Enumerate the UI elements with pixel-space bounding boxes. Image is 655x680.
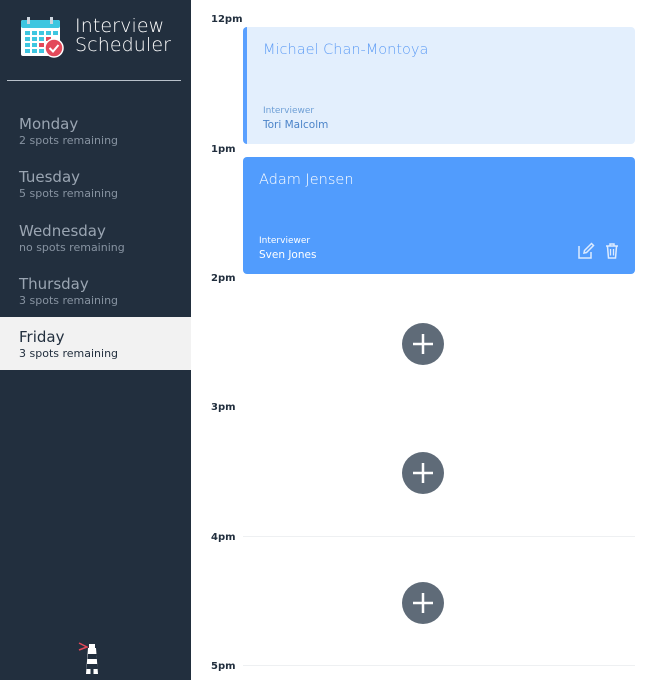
app-title: Interview Scheduler [75,17,171,55]
day-spots: no spots remaining [19,240,125,254]
plus-icon [413,463,433,483]
plus-icon [413,334,433,354]
day-spots: 3 spots remaining [19,347,119,361]
student-name: Adam Jensen [259,172,354,188]
sidebar: Interview Scheduler Monday 2 spots remai… [0,0,191,680]
add-appointment-button[interactable] [402,323,444,365]
time-slot-1pm: 1pm Adam Jensen Interviewer Sven Jones [191,130,655,274]
trash-icon[interactable] [603,242,621,260]
time-slot-4pm: 4pm [191,518,655,647]
day-item-friday[interactable]: Friday 3 spots remaining [0,317,191,371]
time-slot-12pm: 12pm Michael Chan-Montoya Interviewer To… [191,0,655,144]
day-spots: 5 spots remaining [19,187,119,201]
plus-icon [413,593,433,613]
day-name: Tuesday [19,168,81,187]
edit-icon[interactable] [577,242,595,260]
interviewer-caption: Interviewer [263,106,315,116]
day-name: Thursday [19,274,89,293]
day-spots: 2 spots remaining [19,134,119,147]
day-name: Monday [19,115,79,133]
slot-divider [243,665,635,666]
appointment-actions [577,242,621,260]
calendar-check-icon [20,17,64,59]
brand: Interview Scheduler [20,17,180,61]
add-appointment-button[interactable] [402,452,444,494]
day-item-monday[interactable]: Monday 2 spots remaining [0,104,191,157]
day-item-tuesday[interactable]: Tuesday 5 spots remaining [0,157,191,210]
time-slot-2pm: 2pm [191,259,655,388]
interviewer-caption: Interviewer [259,236,311,246]
slot-divider [243,536,635,537]
lighthouse-icon [78,641,100,675]
app-title-line2: Scheduler [75,34,172,56]
day-name: Wednesday [19,221,106,240]
day-name: Friday [19,328,65,347]
time-label: 4pm [211,532,236,543]
day-item-wednesday[interactable]: Wednesday no spots remaining [0,211,191,264]
time-slot-3pm: 3pm [191,388,655,517]
day-item-thursday[interactable]: Thursday 3 spots remaining [0,264,191,317]
day-list: Monday 2 spots remaining Tuesday 5 spots… [0,104,191,371]
day-spots: 3 spots remaining [19,293,119,307]
time-slot-5pm: 5pm [191,647,655,680]
schedule: 12pm Michael Chan-Montoya Interviewer To… [191,0,655,680]
brand-divider [7,80,181,81]
time-label: 3pm [211,402,236,413]
time-label: 2pm [211,273,236,284]
time-label: 1pm [211,144,236,155]
time-label: 12pm [211,14,243,25]
appointment-card[interactable]: Michael Chan-Montoya Interviewer Tori Ma… [243,27,635,144]
appointment-card[interactable]: Adam Jensen Interviewer Sven Jones [243,157,635,274]
student-name: Michael Chan-Montoya [263,42,429,58]
add-appointment-button[interactable] [402,582,444,624]
time-label: 5pm [211,661,236,672]
